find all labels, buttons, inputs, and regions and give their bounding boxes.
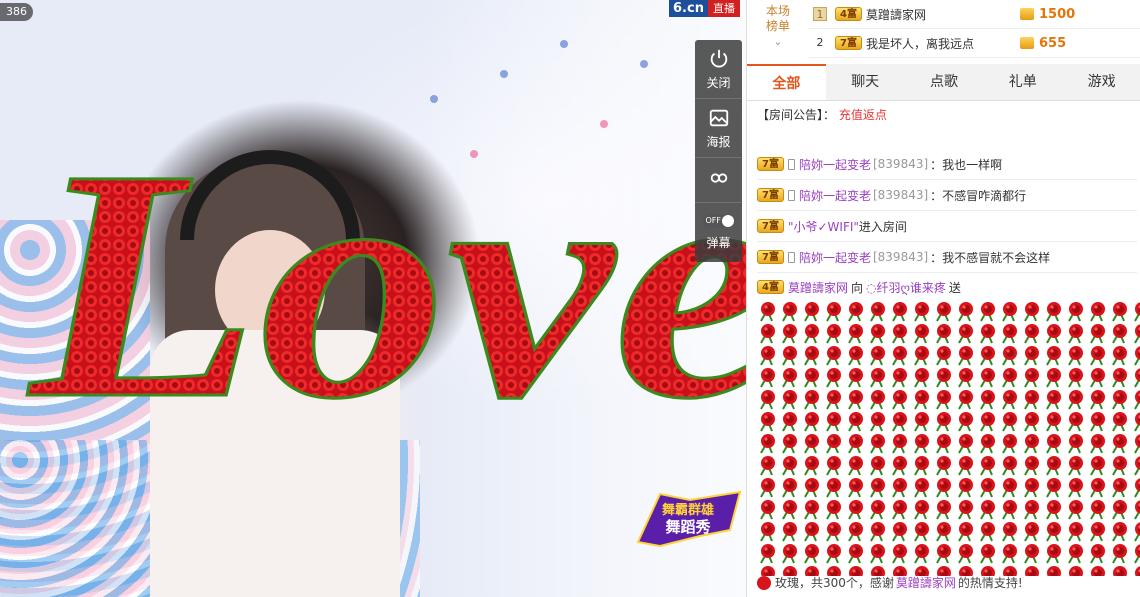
streamer-headset — [180, 150, 360, 240]
ranking-header-line1: 本场 — [765, 4, 790, 18]
player-controls: 关闭 海报 OFF 弹幕 — [695, 40, 742, 262]
close-label: 关闭 — [706, 75, 731, 90]
chat-text: ：我不感冒就不会这样 — [930, 250, 1051, 265]
chat-user-name[interactable]: "小爷✓WIFI" — [788, 218, 859, 235]
viewer-count-badge: 386 — [0, 3, 33, 21]
mobile-icon — [787, 189, 795, 201]
ranking-row[interactable]: 2 7富 我是坏人，离我远点 655 — [809, 29, 1140, 58]
streamer-shirt — [150, 330, 400, 597]
danmaku-toggle[interactable]: OFF 弹幕 — [695, 203, 742, 262]
chat-user-id: [839843] — [872, 157, 929, 171]
chevron-down-icon: ⌄ — [773, 35, 783, 48]
gift-to-word: 向 — [850, 280, 863, 295]
tab-gift-list[interactable]: 礼单 — [983, 64, 1062, 100]
wealth-level-badge: 7富 — [835, 36, 862, 50]
chat-message: 7富 陪妳一起变老 [839843] ：不感冒咋滴都行 — [757, 180, 1137, 211]
image-icon — [709, 109, 728, 126]
site-domain: 6.cn — [669, 0, 708, 17]
tab-games[interactable]: 游戏 — [1062, 64, 1140, 100]
ranking-coins: 1500 — [1020, 7, 1140, 22]
coin-icon — [1020, 8, 1034, 20]
power-icon — [710, 49, 727, 67]
ranking-header-line2: 榜单 — [765, 19, 790, 33]
mobile-icon — [787, 158, 795, 170]
chat-message: 7富 陪妳一起变老 [839843] ：我不感冒就不会这样 — [757, 242, 1137, 273]
toggle-icon: OFF — [702, 214, 735, 228]
side-panel: 本场 榜单 ⌄ 1 4富 莫蹭譸家网 1500 2 7富 我是坏人，离我远点 6… — [746, 0, 1140, 597]
poster-label: 海报 — [706, 134, 731, 149]
wealth-level-badge: 4富 — [757, 280, 784, 294]
live-label: 直播 — [707, 0, 740, 17]
chat-tabs: 全部 聊天 点歌 礼单 游戏 — [747, 64, 1140, 101]
chat-user-id: [839843] — [872, 250, 929, 264]
rank-number: 1 — [813, 7, 827, 21]
video-player[interactable]: Love 386 6.cn 直播 关闭 海报 OFF 弹幕 舞霸群雄 舞蹈秀 — [0, 0, 746, 597]
ranking-user-name: 我是坏人，离我远点 — [865, 36, 974, 51]
chat-user-name[interactable]: 陪妳一起变老 — [799, 156, 871, 173]
chat-text: ：我也一样啊 — [930, 157, 1003, 172]
coin-icon — [1020, 37, 1034, 49]
room-notice: 【房间公告】： 充值返点 — [757, 106, 887, 123]
danmaku-label: 弹幕 — [706, 236, 731, 250]
gift-summary-suffix: 的热情支持! — [957, 576, 1023, 590]
tab-all[interactable]: 全部 — [747, 64, 826, 100]
poster-button[interactable]: 海报 — [695, 99, 742, 158]
wealth-level-badge: 4富 — [835, 7, 862, 21]
chat-message: 7富 "小爷✓WIFI" 进入房间 — [757, 211, 1137, 242]
live-stream-page: Love 386 6.cn 直播 关闭 海报 OFF 弹幕 舞霸群雄 舞蹈秀 本… — [0, 0, 1140, 597]
ranking-user-name: 莫蹭譸家网 — [865, 7, 926, 22]
wealth-level-badge: 7富 — [757, 188, 784, 202]
chat-message: 7富 陪妳一起变老 [839843] ：我也一样啊 — [757, 149, 1137, 180]
gift-receiver-name[interactable]: ◌纤羽ღ谁来疼 — [866, 279, 946, 296]
tab-chat[interactable]: 聊天 — [826, 64, 905, 100]
chat-user-name[interactable]: 陪妳一起变老 — [799, 187, 871, 204]
logo-line2: 舞蹈秀 — [665, 518, 711, 536]
close-button[interactable]: 关闭 — [695, 40, 742, 99]
gift-send-word: 送 — [948, 280, 961, 295]
wealth-level-badge: 7富 — [757, 219, 784, 233]
rose-gift-grid — [757, 300, 1140, 576]
ranking-row[interactable]: 1 4富 莫蹭譸家网 1500 — [809, 0, 1140, 29]
gift-sender-name[interactable]: 莫蹭譸家网 — [788, 279, 848, 296]
link-button[interactable] — [695, 158, 742, 203]
chat-text: ：不感冒咋滴都行 — [930, 188, 1027, 203]
tab-song-request[interactable]: 点歌 — [905, 64, 984, 100]
rank-number: 2 — [816, 36, 824, 49]
gift-summary: 玫瑰，共300个，感谢 莫蹭譸家网 的热情支持! — [757, 574, 1023, 591]
chat-user-name[interactable]: 陪妳一起变老 — [799, 249, 871, 266]
notice-label: 【房间公告】： — [757, 108, 836, 122]
ranking-coins: 655 — [1020, 36, 1140, 51]
site-logo: 6.cn 直播 — [669, 0, 740, 17]
mobile-icon — [787, 251, 795, 263]
chat-user-id: [839843] — [872, 188, 929, 202]
chat-text: 进入房间 — [858, 219, 907, 234]
logo-line1: 舞霸群雄 — [661, 502, 714, 518]
wealth-level-badge: 7富 — [757, 157, 784, 171]
gift-summary-name[interactable]: 莫蹭譸家网 — [896, 574, 956, 591]
recharge-link[interactable]: 充值返点 — [839, 108, 887, 122]
link-icon — [710, 173, 727, 183]
ranking-toggle[interactable]: 本场 榜单 ⌄ — [747, 0, 809, 62]
dance-show-logo: 舞霸群雄 舞蹈秀 — [636, 490, 742, 548]
wealth-level-badge: 7富 — [757, 250, 784, 264]
gift-message: 4富 莫蹭譸家网 向 ◌纤羽ღ谁来疼 送 — [757, 273, 1137, 301]
rose-icon — [757, 575, 771, 590]
gift-summary-prefix: 玫瑰，共300个，感谢 — [775, 576, 894, 590]
